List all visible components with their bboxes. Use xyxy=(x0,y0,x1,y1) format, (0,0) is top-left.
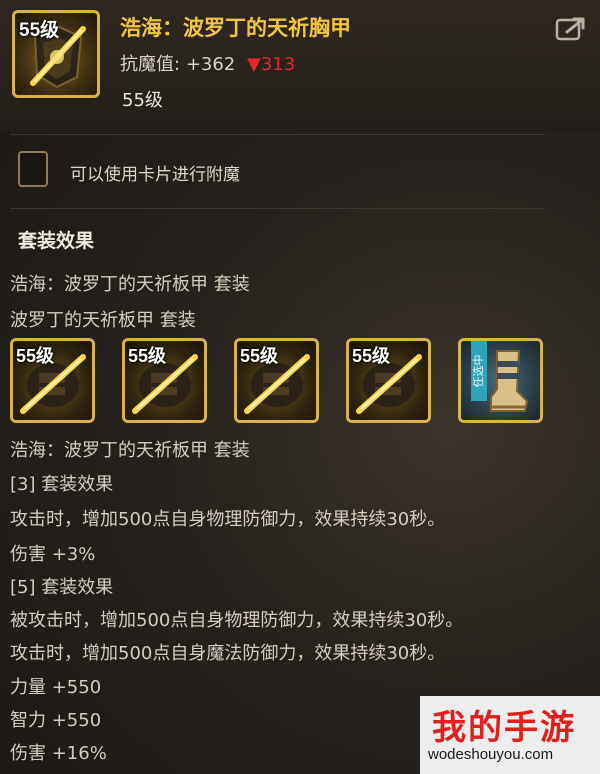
set-line: 攻击时，增加500点自身魔法防御力，效果持续30秒。 xyxy=(10,643,446,664)
stat-value: +362 xyxy=(185,54,236,75)
set-item-slot-1[interactable]: 55级 xyxy=(10,338,95,423)
item-icon-frame[interactable]: 55级 xyxy=(12,10,100,98)
item-level-badge: 55级 xyxy=(19,20,60,41)
enchant-divider xyxy=(10,208,545,209)
set-item-slot-3[interactable]: 55级 xyxy=(234,338,319,423)
watermark-title: 我的手游 xyxy=(432,708,576,748)
share-export-icon[interactable] xyxy=(555,16,587,42)
set-item-slot-5[interactable]: 任选中 xyxy=(458,338,543,423)
set-effects-title: 套装效果 xyxy=(18,230,95,252)
set-full-name: 浩海：波罗丁的天祈板甲 套装 xyxy=(10,274,250,295)
required-level: 55级 xyxy=(122,90,163,111)
stat-change: ▼313 xyxy=(247,54,295,75)
slot-level-badge: 55级 xyxy=(352,346,391,366)
slot-level-badge: 55级 xyxy=(240,346,279,366)
option-ribbon: 任选中 xyxy=(471,341,487,401)
set-line: 被攻击时，增加500点自身物理防御力，效果持续30秒。 xyxy=(10,610,464,631)
slot-level-badge: 55级 xyxy=(16,346,55,366)
set-line: 智力 +550 xyxy=(10,710,102,731)
item-tooltip-panel: 55级 浩海：波罗丁的天祈胸甲 抗魔值: +362 ▼313 55级 可以使用卡… xyxy=(0,0,600,774)
set-line: 伤害 +3% xyxy=(10,544,96,565)
set-short-name: 波罗丁的天祈板甲 套装 xyxy=(10,310,196,331)
down-arrow-icon: ▼ xyxy=(247,54,261,75)
item-stat: 抗魔值: +362 ▼313 xyxy=(120,50,295,76)
enchant-checkbox[interactable] xyxy=(18,151,48,187)
slot-level-badge: 55级 xyxy=(128,346,167,366)
set-line: [5] 套装效果 xyxy=(10,577,114,598)
stat-change-value: 313 xyxy=(260,54,296,75)
watermark-url: wodeshouyou.com xyxy=(428,746,554,763)
set-line: 伤害 +16% xyxy=(10,743,107,764)
set-line: [3] 套装效果 xyxy=(10,474,114,495)
item-name: 浩海：波罗丁的天祈胸甲 xyxy=(120,16,351,40)
stat-label: 抗魔值: xyxy=(120,54,181,75)
site-watermark: 我的手游 wodeshouyou.com xyxy=(420,696,600,774)
set-item-slot-2[interactable]: 55级 xyxy=(122,338,207,423)
set-line: 力量 +550 xyxy=(10,677,102,698)
header-divider xyxy=(10,134,545,135)
set-line: 浩海：波罗丁的天祈板甲 套装 xyxy=(10,440,250,461)
set-line: 攻击时，增加500点自身物理防御力，效果持续30秒。 xyxy=(10,509,446,530)
enchant-checkbox-label: 可以使用卡片进行附魔 xyxy=(70,165,240,185)
set-item-slot-4[interactable]: 55级 xyxy=(346,338,431,423)
